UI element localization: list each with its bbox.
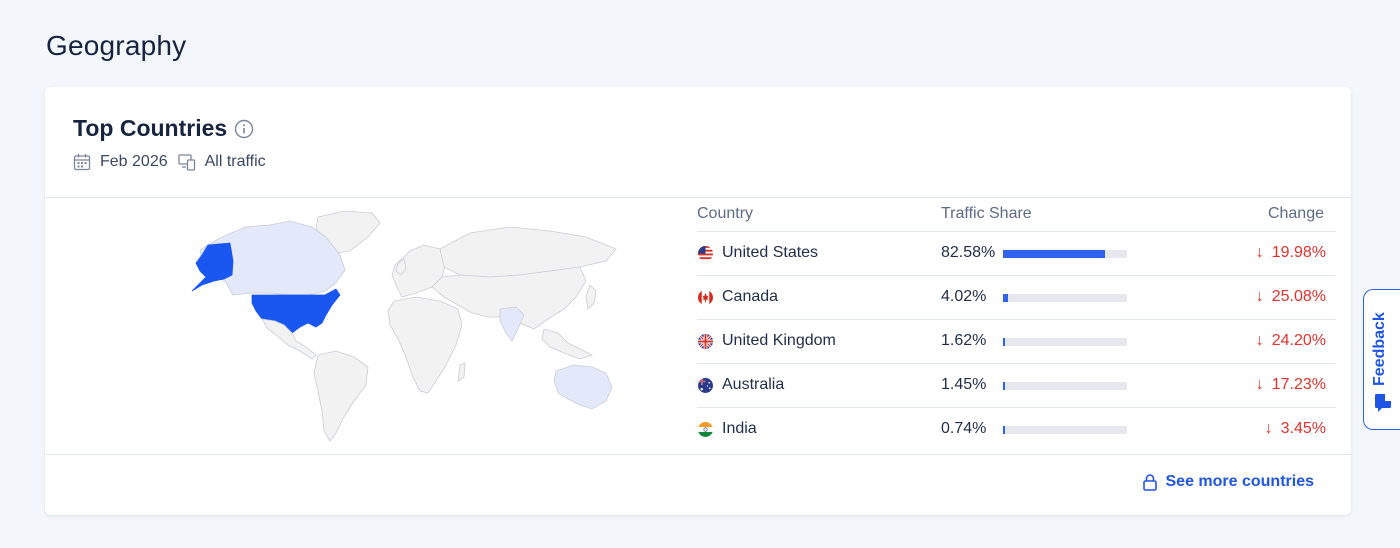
page-title: Geography <box>46 30 187 61</box>
devices-icon <box>177 154 195 171</box>
info-icon[interactable] <box>234 119 254 139</box>
arrow-down-icon: ↓ <box>1255 288 1264 305</box>
table-row[interactable]: Canada 4.02% ↓ 25.08% <box>697 275 1336 320</box>
see-more-label: See more countries <box>1165 473 1315 490</box>
map-japan <box>585 284 597 310</box>
traffic-filter[interactable]: All traffic <box>205 153 266 171</box>
change-value: ↓ 25.08% <box>1256 288 1326 306</box>
table-row[interactable]: Australia 1.45% ↓ 17.23% <box>697 363 1336 408</box>
divider <box>45 454 1351 455</box>
column-header-change[interactable]: Change <box>1268 205 1324 223</box>
ca-flag-icon <box>698 290 713 305</box>
date-range[interactable]: Feb 2026 <box>100 153 168 171</box>
traffic-share-bar-fill <box>1003 338 1005 346</box>
table-row[interactable]: United States 82.58% ↓ 19.98% <box>697 231 1336 276</box>
traffic-share-value: 1.62% <box>941 332 987 349</box>
country-name: Australia <box>722 376 785 393</box>
uk-flag-icon <box>698 334 713 349</box>
map-madagascar <box>457 362 466 382</box>
map-india <box>499 306 525 342</box>
change-percent: 19.98% <box>1271 244 1326 261</box>
feedback-label: Feedback <box>1371 312 1388 386</box>
traffic-share-bar-fill <box>1003 294 1008 302</box>
traffic-share-bar-fill <box>1003 382 1005 390</box>
world-map <box>191 210 617 442</box>
traffic-share-bar <box>1003 382 1127 390</box>
change-percent: 17.23% <box>1271 376 1326 393</box>
feedback-icon <box>1375 394 1391 412</box>
see-more-countries-link[interactable]: See more countries <box>1142 473 1315 491</box>
arrow-down-icon: ↓ <box>1255 332 1264 349</box>
divider <box>45 197 1351 198</box>
calendar-icon <box>73 154 91 171</box>
map-russia <box>439 226 617 278</box>
map-south-america <box>313 350 369 442</box>
us-flag-icon <box>698 246 713 261</box>
change-percent: 24.20% <box>1271 332 1326 349</box>
map-africa <box>387 296 463 394</box>
traffic-share-bar <box>1003 294 1127 302</box>
map-southeast-asia <box>541 328 594 360</box>
au-flag-icon <box>698 378 713 393</box>
top-countries-card: Top Countries Feb 2026 All traffic Count… <box>45 87 1351 515</box>
in-flag-icon <box>698 422 713 437</box>
traffic-share-value: 4.02% <box>941 288 987 305</box>
column-header-country[interactable]: Country <box>697 205 753 223</box>
change-percent: 25.08% <box>1271 288 1326 305</box>
card-title: Top Countries <box>73 115 228 141</box>
traffic-share-bar-fill <box>1003 250 1106 258</box>
arrow-down-icon: ↓ <box>1264 420 1273 437</box>
lock-icon <box>1142 473 1157 491</box>
column-header-traffic-share[interactable]: Traffic Share <box>941 205 1032 223</box>
card-meta: Feb 2026 All traffic <box>73 153 266 171</box>
change-percent: 3.45% <box>1280 420 1326 437</box>
traffic-share-value: 0.74% <box>941 420 987 437</box>
map-australia <box>553 364 613 410</box>
traffic-share-value: 82.58% <box>941 244 996 261</box>
table-row[interactable]: India 0.74% ↓ 3.45% <box>697 407 1336 452</box>
traffic-share-bar <box>1003 250 1127 258</box>
traffic-share-bar-fill <box>1003 426 1005 434</box>
traffic-share-bar <box>1003 338 1127 346</box>
feedback-tab[interactable]: Feedback <box>1363 289 1400 430</box>
map-united-states <box>251 288 341 334</box>
country-name: United Kingdom <box>722 332 836 349</box>
change-value: ↓ 17.23% <box>1256 376 1326 394</box>
table-row[interactable]: United Kingdom 1.62% ↓ 24.20% <box>697 319 1336 364</box>
change-value: ↓ 3.45% <box>1265 420 1326 438</box>
country-name: India <box>722 420 757 437</box>
traffic-share-value: 1.45% <box>941 376 987 393</box>
change-value: ↓ 24.20% <box>1256 332 1326 350</box>
change-value: ↓ 19.98% <box>1256 244 1326 262</box>
country-name: Canada <box>722 288 779 305</box>
arrow-down-icon: ↓ <box>1255 376 1264 393</box>
traffic-share-bar <box>1003 426 1127 434</box>
arrow-down-icon: ↓ <box>1255 244 1264 261</box>
card-header: Top Countries <box>73 115 254 142</box>
country-name: United States <box>722 244 819 261</box>
